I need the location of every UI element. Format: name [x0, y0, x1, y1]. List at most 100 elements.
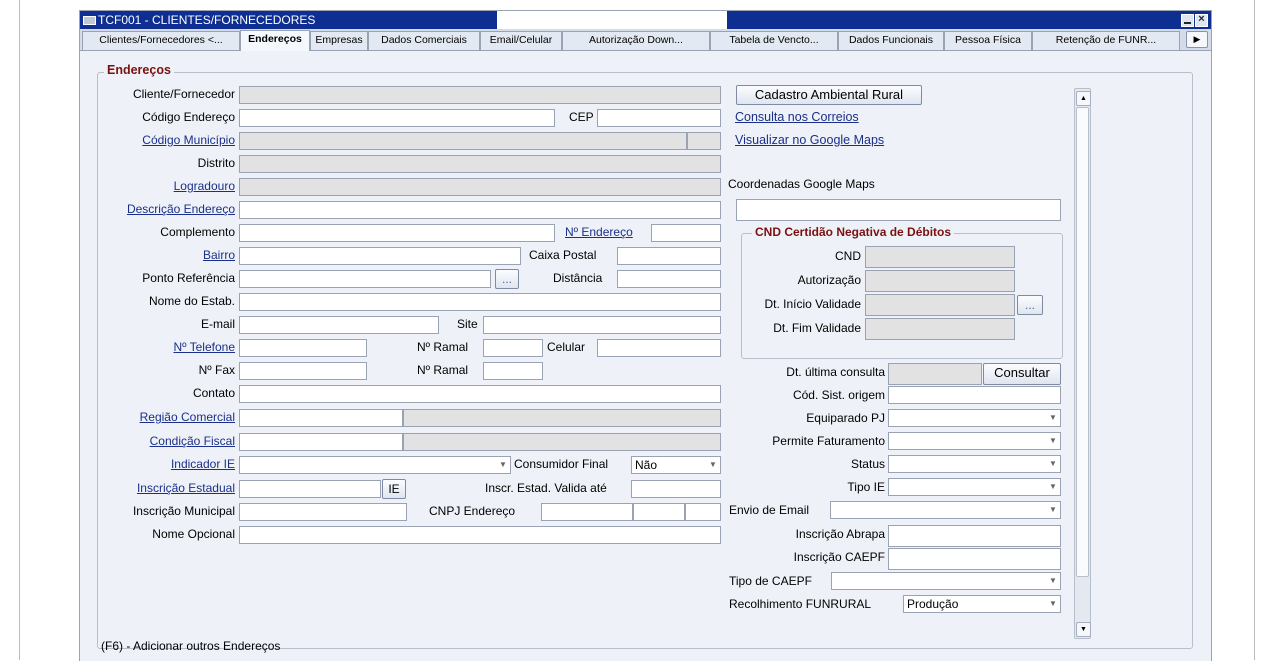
cnpj-endereco-field[interactable]: [541, 503, 633, 521]
link-indicador-ie[interactable]: Indicador IE: [95, 457, 235, 471]
inscricao-municipal-field[interactable]: [239, 503, 407, 521]
form-area: Endereços Cliente/Fornecedor Código Ende…: [85, 51, 1205, 653]
link-regiao-comercial[interactable]: Região Comercial: [95, 410, 235, 424]
label-fax: Nº Fax: [198, 363, 235, 377]
visualizar-google-maps-link[interactable]: Visualizar no Google Maps: [735, 133, 884, 147]
label-equiparado-pj: Equiparado PJ: [806, 411, 885, 425]
cnd-title: CND Certidão Negativa de Débitos: [752, 225, 955, 239]
chevron-down-icon: ▼: [1049, 505, 1057, 514]
caixa-postal-field[interactable]: [617, 247, 721, 265]
tipo-caepf-select[interactable]: ▼: [831, 572, 1061, 590]
inscr-valida-ate-field[interactable]: [631, 480, 721, 498]
consumidor-final-select[interactable]: Não ▼: [631, 456, 721, 474]
autorizacao-field[interactable]: [865, 270, 1015, 292]
coordenadas-field[interactable]: [736, 199, 1061, 221]
label-caixa-postal: Caixa Postal: [529, 248, 597, 262]
permite-faturamento-select[interactable]: ▼: [888, 432, 1061, 450]
email-field[interactable]: [239, 316, 439, 334]
codigo-endereco-field[interactable]: [239, 109, 555, 127]
tipo-ie-select[interactable]: ▼: [888, 478, 1061, 496]
inscricao-caepf-field[interactable]: [888, 548, 1061, 570]
label-inscr-valida-ate: Inscr. Estad. Valida até: [485, 481, 607, 495]
distrito-field[interactable]: [239, 155, 721, 173]
nome-opcional-field[interactable]: [239, 526, 721, 544]
nome-estab-field[interactable]: [239, 293, 721, 311]
ramal-field[interactable]: [483, 339, 543, 357]
chevron-down-icon: ▼: [499, 460, 507, 469]
distancia-field[interactable]: [617, 270, 721, 288]
descricao-endereco-field[interactable]: [239, 201, 721, 219]
contato-field[interactable]: [239, 385, 721, 403]
tab-enderecos[interactable]: Endereços: [240, 30, 310, 51]
app-icon: [83, 16, 96, 25]
cadastro-ambiental-rural-button[interactable]: Cadastro Ambiental Rural: [736, 85, 922, 105]
label-complemento: Complemento: [160, 225, 235, 239]
consultar-button[interactable]: Consultar: [983, 363, 1061, 385]
cep-field[interactable]: [597, 109, 721, 127]
bairro-field[interactable]: [239, 247, 521, 265]
tab-pessoa-fisica[interactable]: Pessoa Física: [944, 31, 1032, 50]
link-descricao-endereco[interactable]: Descrição Endereço: [95, 202, 235, 216]
complemento-field[interactable]: [239, 224, 555, 242]
dt-ultima-consulta-field[interactable]: [888, 363, 982, 385]
dt-fim-validade-field[interactable]: [865, 318, 1015, 340]
label-distrito: Distrito: [197, 156, 235, 170]
cnd-lookup-button[interactable]: ...: [1017, 295, 1043, 315]
chevron-down-icon: ▼: [1049, 576, 1057, 585]
fax-field[interactable]: [239, 362, 367, 380]
telefone-field[interactable]: [239, 339, 367, 357]
condicao-fiscal-code-field[interactable]: [239, 433, 403, 451]
link-logradouro[interactable]: Logradouro: [95, 179, 235, 193]
tab-email-celular[interactable]: Email/Celular: [480, 31, 562, 50]
codigo-municipio-field[interactable]: [239, 132, 687, 150]
dt-inicio-validade-field[interactable]: [865, 294, 1015, 316]
link-numero-endereco[interactable]: Nº Endereço: [565, 225, 633, 239]
close-icon[interactable]: ×: [1195, 13, 1208, 27]
ie-button[interactable]: IE: [382, 479, 406, 499]
arrow-down-icon[interactable]: ▼: [1076, 622, 1091, 637]
tab-clientes-fornecedores[interactable]: Clientes/Fornecedores <...: [82, 31, 240, 50]
link-bairro[interactable]: Bairro: [95, 248, 235, 262]
site-field[interactable]: [483, 316, 721, 334]
scrollbar-thumb[interactable]: [1076, 107, 1089, 577]
envio-email-select[interactable]: ▼: [830, 501, 1061, 519]
vertical-scrollbar[interactable]: ▲ ▼: [1074, 88, 1091, 639]
cnpj-endereco-field-3[interactable]: [685, 503, 721, 521]
ramal-fax-field[interactable]: [483, 362, 543, 380]
codigo-municipio-uf-field[interactable]: [687, 132, 721, 150]
tab-scroll-right-icon[interactable]: ▶: [1186, 31, 1208, 48]
title-blank-area: [497, 11, 727, 29]
link-condicao-fiscal[interactable]: Condição Fiscal: [95, 434, 235, 448]
link-codigo-municipio[interactable]: Código Município: [95, 133, 235, 147]
tab-autorizacao-download[interactable]: Autorização Down...: [562, 31, 710, 50]
tab-retencao-funrural[interactable]: Retenção de FUNR...: [1032, 31, 1180, 50]
ponto-referencia-field[interactable]: [239, 270, 491, 288]
recolhimento-funrural-select[interactable]: Produção ▼: [903, 595, 1061, 613]
equiparado-pj-select[interactable]: ▼: [888, 409, 1061, 427]
tab-tabela-vencto[interactable]: Tabela de Vencto...: [710, 31, 838, 50]
cliente-fornecedor-field[interactable]: [239, 86, 721, 104]
link-telefone[interactable]: Nº Telefone: [95, 340, 235, 354]
indicador-ie-select[interactable]: ▼: [239, 456, 511, 474]
cnd-field[interactable]: [865, 246, 1015, 268]
status-select[interactable]: ▼: [888, 455, 1061, 473]
regiao-comercial-code-field[interactable]: [239, 409, 403, 427]
cod-sist-origem-field[interactable]: [888, 386, 1061, 404]
logradouro-field[interactable]: [239, 178, 721, 196]
inscricao-abrapa-field[interactable]: [888, 525, 1061, 547]
tab-dados-funcionais[interactable]: Dados Funcionais: [838, 31, 944, 50]
celular-field[interactable]: [597, 339, 721, 357]
minimize-icon[interactable]: [1181, 14, 1194, 27]
consulta-correios-link[interactable]: Consulta nos Correios: [735, 110, 859, 124]
ponto-referencia-lookup-button[interactable]: ...: [495, 269, 519, 289]
link-inscricao-estadual[interactable]: Inscrição Estadual: [95, 481, 235, 495]
tab-empresas[interactable]: Empresas: [310, 31, 368, 50]
window-title: TCF001 - CLIENTES/FORNECEDORES: [98, 13, 316, 27]
label-cnd: CND: [835, 249, 861, 263]
inscricao-estadual-field[interactable]: [239, 480, 381, 498]
tab-dados-comerciais[interactable]: Dados Comerciais: [368, 31, 480, 50]
cnpj-endereco-field-2[interactable]: [633, 503, 685, 521]
numero-endereco-field[interactable]: [651, 224, 721, 242]
page-left-border: [19, 0, 20, 660]
arrow-up-icon[interactable]: ▲: [1076, 91, 1091, 106]
